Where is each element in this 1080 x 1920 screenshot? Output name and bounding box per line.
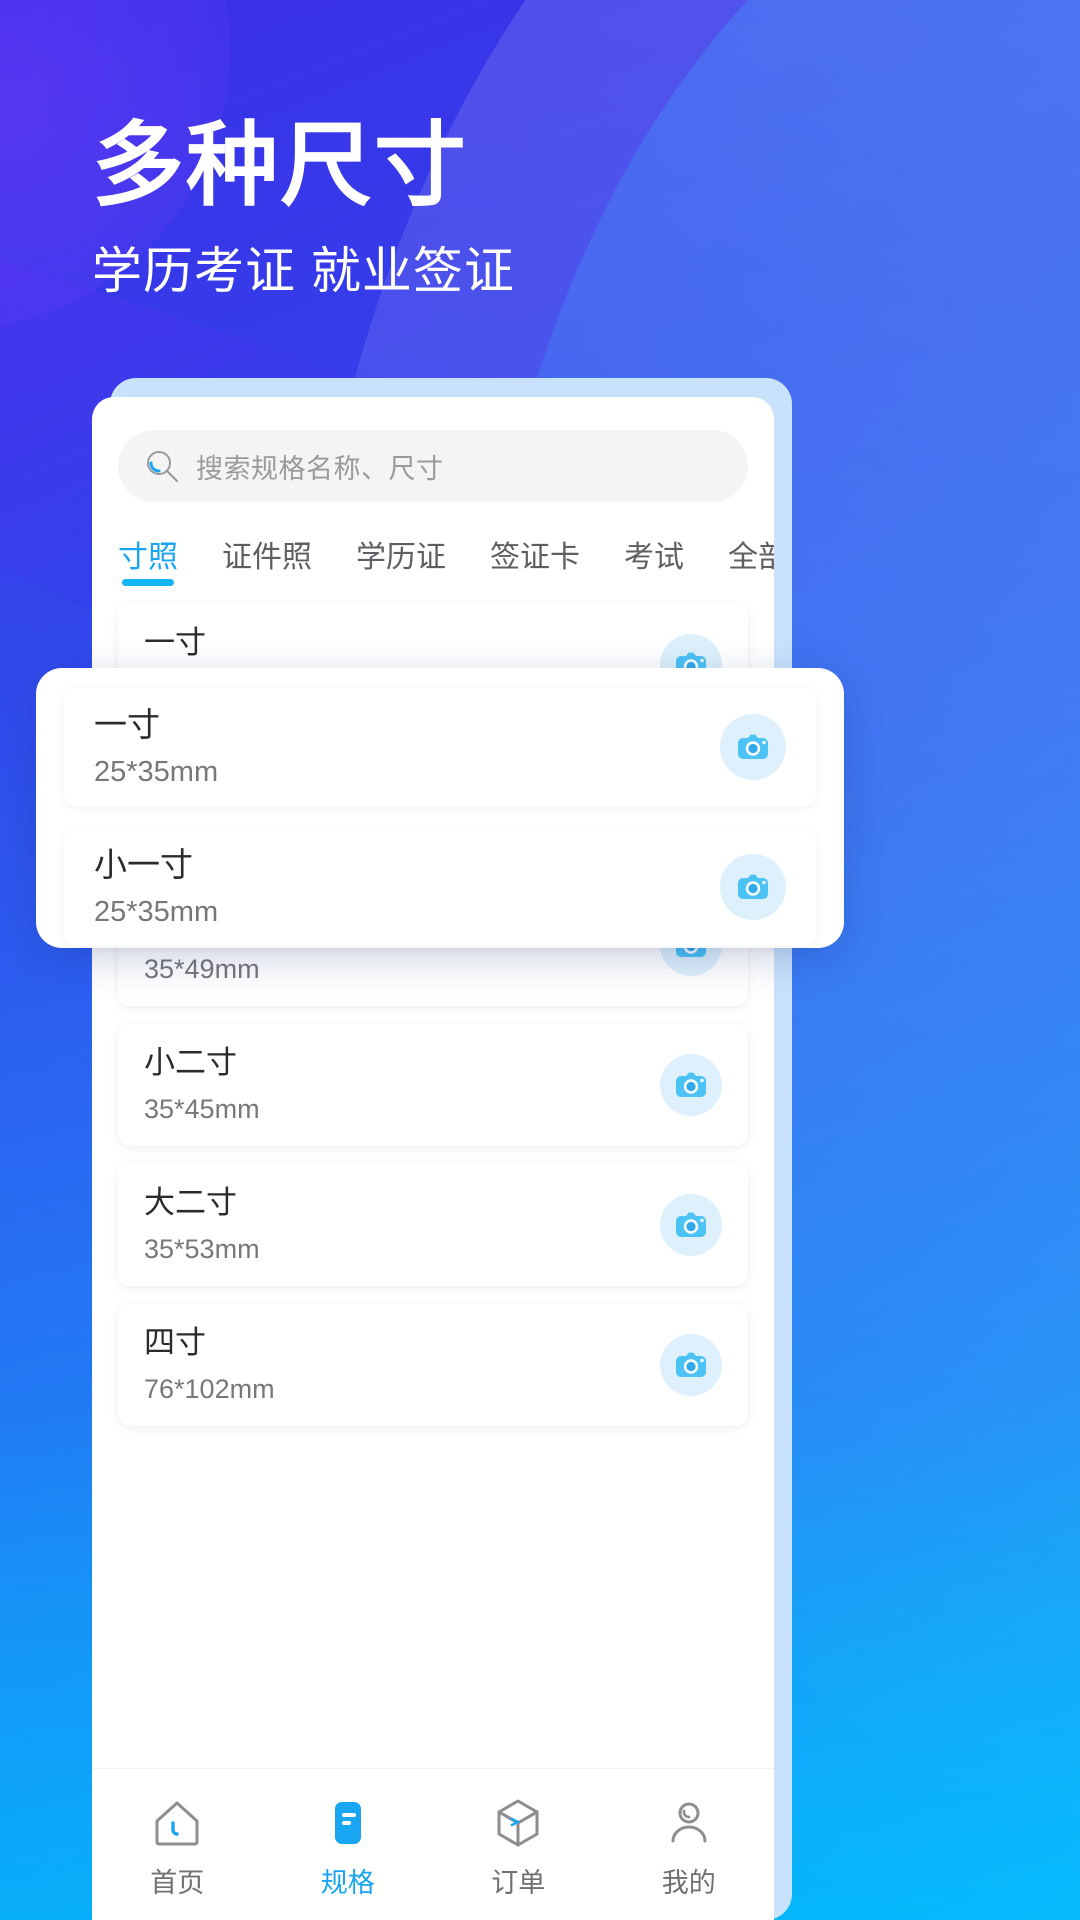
nav-label: 规格 <box>321 1861 375 1900</box>
hero-text-block: 多种尺寸 学历考证 就业签证 <box>92 118 515 301</box>
spec-name: 小二寸 <box>144 1044 660 1083</box>
nav-label: 订单 <box>491 1861 545 1900</box>
tab-4[interactable]: 考试 <box>624 532 684 586</box>
spec-size: 35*49mm <box>144 953 660 985</box>
spec-name: 小一寸 <box>94 844 720 885</box>
nav-label: 首页 <box>150 1861 204 1900</box>
nav-label: 我的 <box>662 1861 716 1900</box>
camera-icon[interactable] <box>720 854 786 920</box>
tab-2[interactable]: 学历证 <box>356 532 446 586</box>
tab-1[interactable]: 证件照 <box>222 532 312 586</box>
tab-3[interactable]: 签证卡 <box>490 532 580 586</box>
spec-text: 四寸 76*102mm <box>144 1324 660 1405</box>
spec-row[interactable]: 一寸 25*35mm <box>64 688 816 806</box>
spec-name: 四寸 <box>144 1324 660 1363</box>
spec-row[interactable]: 四寸 76*102mm <box>118 1304 748 1426</box>
search-input[interactable]: 搜索规格名称、尺寸 <box>118 430 748 502</box>
nav-item-首页[interactable]: 首页 <box>92 1797 263 1900</box>
tab-5[interactable]: 全部 <box>728 532 774 586</box>
category-tabs: 寸照证件照学历证签证卡考试全部 <box>92 532 774 586</box>
page-title: 多种尺寸 <box>92 118 515 215</box>
spec-text: 一寸 25*35mm <box>94 704 720 790</box>
spec-size: 35*45mm <box>144 1093 660 1125</box>
camera-icon[interactable] <box>660 1194 722 1256</box>
nav-item-我的[interactable]: 我的 <box>604 1797 775 1900</box>
tab-0[interactable]: 寸照 <box>118 532 178 586</box>
search-placeholder: 搜索规格名称、尺寸 <box>196 447 444 486</box>
spec-size: 76*102mm <box>144 1373 660 1405</box>
box-icon <box>492 1797 544 1849</box>
nav-item-规格[interactable]: 规格 <box>263 1797 434 1900</box>
spec-name: 大二寸 <box>144 1184 660 1223</box>
spec-icon <box>322 1797 374 1849</box>
spec-name: 一寸 <box>144 624 660 663</box>
spec-row[interactable]: 大二寸 35*53mm <box>118 1164 748 1286</box>
spec-text: 大二寸 35*53mm <box>144 1184 660 1265</box>
spec-size: 25*35mm <box>94 755 720 790</box>
person-icon <box>663 1797 715 1849</box>
phone-screen: 搜索规格名称、尺寸 寸照证件照学历证签证卡考试全部 一寸 25*35mm 小一寸 25… <box>92 397 774 1920</box>
spec-name: 一寸 <box>94 704 720 745</box>
spec-row[interactable]: 小一寸 25*35mm <box>64 828 816 946</box>
search-icon <box>144 448 180 484</box>
home-icon <box>151 1797 203 1849</box>
spec-text: 小二寸 35*45mm <box>144 1044 660 1125</box>
spec-size: 35*53mm <box>144 1233 660 1265</box>
camera-icon[interactable] <box>660 1054 722 1116</box>
nav-item-订单[interactable]: 订单 <box>433 1797 604 1900</box>
spec-text: 小一寸 25*35mm <box>94 844 720 930</box>
spec-row[interactable]: 小二寸 35*45mm <box>118 1024 748 1146</box>
page-subtitle: 学历考证 就业签证 <box>92 241 515 301</box>
spec-size: 25*35mm <box>94 895 720 930</box>
bottom-navigation: 首页 规格 订单 我的 <box>92 1768 774 1920</box>
highlighted-spec-popup: 一寸 25*35mm 小一寸 25*35mm <box>36 668 844 948</box>
camera-icon[interactable] <box>660 1334 722 1396</box>
camera-icon[interactable] <box>720 714 786 780</box>
